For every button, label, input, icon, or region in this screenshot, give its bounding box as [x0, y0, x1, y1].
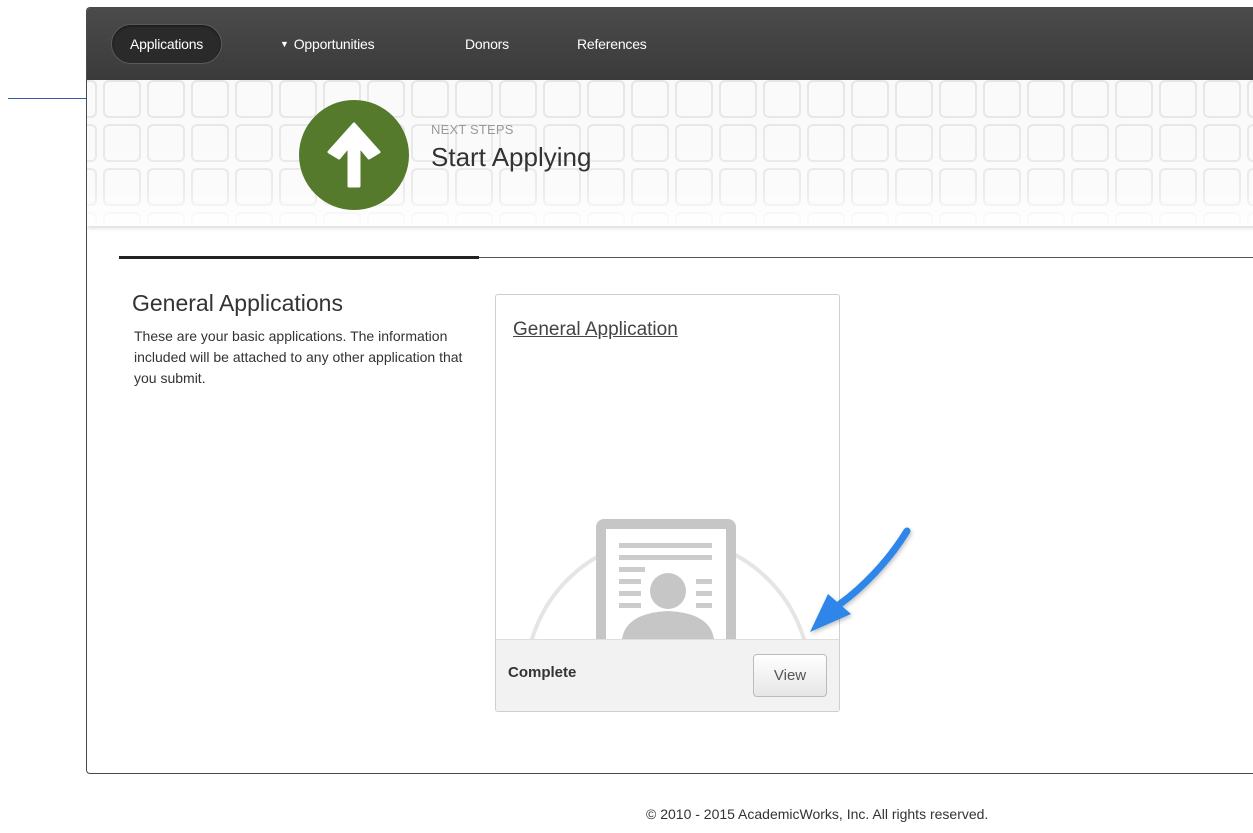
view-button[interactable]: View — [753, 654, 827, 697]
application-title-link[interactable]: General Application — [513, 319, 678, 341]
section-title: General Applications — [132, 290, 343, 316]
id-card-icon — [530, 519, 806, 639]
nav-opportunities-label: Opportunities — [293, 36, 375, 52]
next-steps-label: NEXT STEPS — [431, 122, 514, 137]
nav-donors[interactable]: Donors — [447, 24, 527, 64]
copyright-footer: © 2010 - 2015 AcademicWorks, Inc. All ri… — [646, 806, 989, 822]
section-divider-active — [119, 256, 479, 259]
left-rule — [8, 98, 87, 99]
top-navbar: Applications ▼ Opportunities Donors Refer… — [87, 8, 1253, 80]
section-description: These are your basic applications. The i… — [134, 328, 463, 386]
next-steps-banner: NEXT STEPS Start Applying — [87, 80, 1253, 226]
section-divider — [479, 257, 1253, 258]
nav-donors-label: Donors — [465, 36, 509, 52]
app-frame: Applications ▼ Opportunities Donors Refer… — [86, 7, 1253, 774]
next-steps-title: Start Applying — [431, 142, 592, 172]
banner-pattern — [87, 80, 1253, 226]
caret-down-icon: ▼ — [280, 39, 289, 49]
nav-applications-label: Applications — [130, 36, 204, 52]
nav-references-label: References — [577, 36, 647, 52]
nav-applications[interactable]: Applications — [111, 24, 223, 64]
up-arrow-icon — [327, 122, 381, 188]
application-card: General Application Complete View — [495, 294, 840, 712]
nav-references[interactable]: References — [559, 24, 665, 64]
card-footer: Complete View — [496, 639, 839, 711]
next-step-badge — [299, 100, 409, 210]
status-badge: Complete — [508, 664, 577, 681]
nav-opportunities[interactable]: ▼ Opportunities — [262, 24, 392, 64]
